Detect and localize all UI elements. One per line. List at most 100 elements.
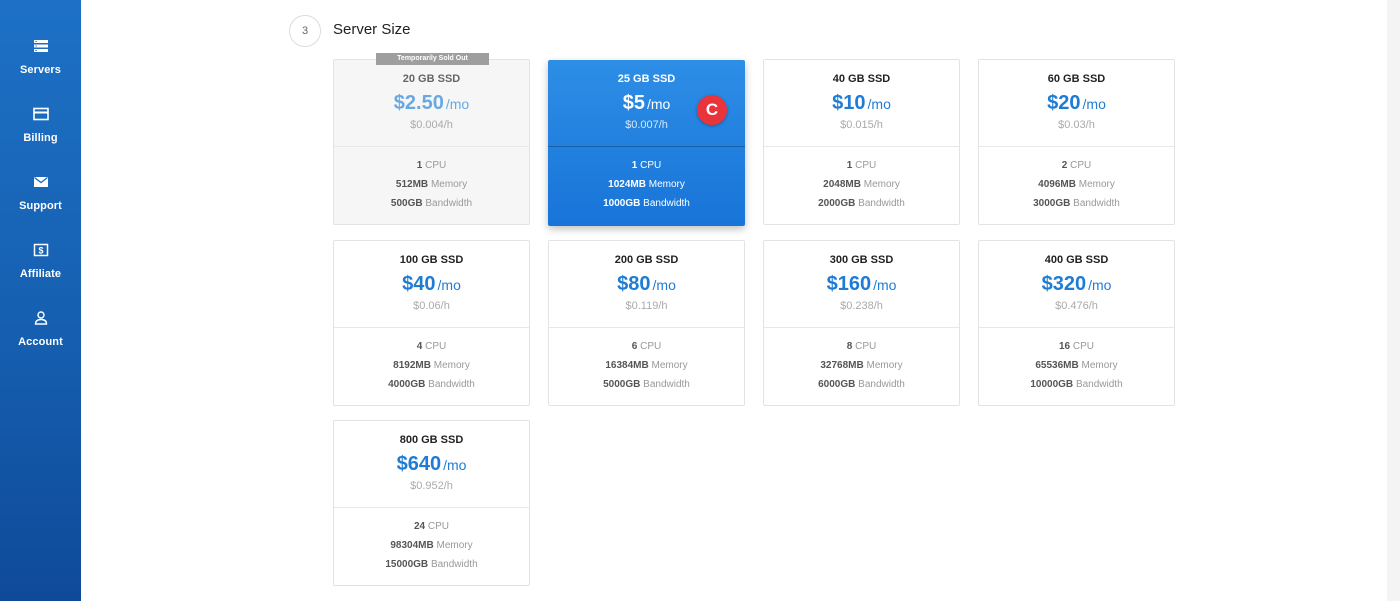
sidebar-item-support[interactable]: Support [0,174,81,238]
plan-specs: 4 CPU 8192MB Memory 4000GB Bandwidth [334,337,529,394]
plan-cpu-label: CPU [855,341,877,352]
plan-cpu-label: CPU [640,160,662,171]
sidebar-item-servers[interactable]: Servers [0,38,81,102]
plan-memory-value: 65536MB [1035,360,1079,371]
plan-price-period: /mo [437,277,461,293]
step-number: 3 [289,15,321,47]
plan-size: 800 GB SSD [399,434,464,446]
plan-size: 100 GB SSD [399,254,464,266]
plan-bandwidth-label: Bandwidth [858,379,905,390]
plan-bandwidth-label: Bandwidth [858,198,905,209]
plan-card-300gb[interactable]: 300 GB SSD $160/mo $0.238/h 8 CPU 32768M… [763,240,960,406]
plan-specs: 24 CPU 98304MB Memory 15000GB Bandwidth [334,517,529,574]
plan-card-40gb[interactable]: 40 GB SSD $10/mo $0.015/h 1 CPU 2048MB M… [763,59,960,225]
plan-bandwidth-value: 5000GB [603,379,641,390]
plan-cpu-label: CPU [1070,160,1092,171]
plan-bandwidth-value: 2000GB [818,198,856,209]
plan-bandwidth: 4000GB Bandwidth [334,375,529,394]
plan-price: $2.50/mo [334,92,529,115]
plan-bandwidth-label: Bandwidth [643,379,690,390]
plan-cpu-label: CPU [425,160,447,171]
plan-bandwidth: 3000GB Bandwidth [979,194,1174,213]
plan-cpu-value: 4 [416,341,423,352]
plan-cpu-value: 24 [413,521,426,532]
plan-bandwidth-value: 1000GB [603,198,641,209]
plan-hourly-price: $0.03/h [1058,119,1095,131]
sidebar-item-billing[interactable]: Billing [0,106,81,170]
plan-size: 40 GB SSD [832,73,891,85]
plan-memory: 65536MB Memory [979,356,1174,375]
plan-price: $80/mo [549,273,744,296]
plan-memory: 16384MB Memory [549,356,744,375]
plan-price-period: /mo [1082,96,1106,112]
plan-price: $10/mo [764,92,959,115]
plan-bandwidth-label: Bandwidth [425,198,473,209]
sidebar-item-label: Support [19,200,62,212]
plan-specs: 6 CPU 16384MB Memory 5000GB Bandwidth [549,337,744,394]
plan-cpu-value: 1 [846,160,853,171]
plan-card-800gb[interactable]: 800 GB SSD $640/mo $0.952/h 24 CPU 98304… [333,420,530,586]
plan-memory-label: Memory [648,179,685,190]
plan-memory: 32768MB Memory [764,356,959,375]
plan-bandwidth-label: Bandwidth [1075,379,1123,390]
plan-bandwidth-label: Bandwidth [430,559,478,570]
divider [548,146,745,147]
plan-memory: 1024MB Memory [548,175,745,194]
plan-card-400gb[interactable]: 400 GB SSD $320/mo $0.476/h 16 CPU 65536… [978,240,1175,406]
plan-bandwidth: 10000GB Bandwidth [979,375,1174,394]
plan-memory-value: 8192MB [393,360,431,371]
plan-card-60gb[interactable]: 60 GB SSD $20/mo $0.03/h 2 CPU 4096MB Me… [978,59,1175,225]
plan-cpu: 24 CPU [334,517,529,536]
plan-card-100gb[interactable]: 100 GB SSD $40/mo $0.06/h 4 CPU 8192MB M… [333,240,530,406]
plan-price: $320/mo [979,273,1174,296]
plan-card-20gb[interactable]: 20 GB SSD $2.50/mo $0.004/h 1 CPU 512MB … [333,59,530,225]
plan-size: 300 GB SSD [829,254,894,266]
plan-specs: 1 CPU 2048MB Memory 2000GB Bandwidth [764,156,959,213]
sidebar-item-account[interactable]: Account [0,310,81,374]
plan-cpu-label: CPU [640,341,662,352]
dollar-bill-icon: $ [33,243,48,257]
plan-cpu-value: 16 [1058,341,1071,352]
plan-cpu-label: CPU [855,160,877,171]
plan-cpu: 1 CPU [548,156,745,175]
plan-bandwidth-label: Bandwidth [1073,198,1120,209]
plan-hourly-price: $0.06/h [413,300,450,312]
plan-card-200gb[interactable]: 200 GB SSD $80/mo $0.119/h 6 CPU 16384MB… [548,240,745,406]
plan-bandwidth-value: 4000GB [388,379,426,390]
divider [334,146,529,147]
plan-price-period: /mo [1088,277,1112,293]
plan-cpu-value: 8 [846,341,853,352]
plan-price-value: $2.50 [393,92,444,114]
plan-bandwidth-value: 3000GB [1033,198,1071,209]
envelope-icon [33,176,48,187]
plan-price: $40/mo [334,273,529,296]
section-title: Server Size [333,21,411,38]
plan-memory-value: 4096MB [1038,179,1076,190]
svg-text:$: $ [38,246,43,256]
plan-hourly-price: $0.952/h [410,480,453,492]
click-marker: C [697,95,727,125]
plan-bandwidth-value: 15000GB [385,559,429,570]
plan-price-period: /mo [445,96,470,112]
divider [334,507,529,508]
plan-price-period: /mo [867,96,891,112]
plan-bandwidth-label: Bandwidth [428,379,475,390]
plan-cpu-label: CPU [425,341,447,352]
plan-card-25gb[interactable]: 25 GB SSD $5/mo $0.007/h 1 CPU 1024MB Me… [548,60,745,226]
plan-bandwidth: 15000GB Bandwidth [334,555,529,574]
plan-price-value: $80 [617,273,651,295]
plan-bandwidth: 6000GB Bandwidth [764,375,959,394]
plan-memory-label: Memory [1081,360,1118,371]
plan-memory-label: Memory [651,360,688,371]
plan-bandwidth-label: Bandwidth [643,198,690,209]
plan-price-value: $640 [396,453,442,475]
plan-bandwidth-value: 10000GB [1030,379,1074,390]
credit-card-icon [32,107,49,121]
plan-price-value: $5 [622,92,645,114]
plan-memory: 4096MB Memory [979,175,1174,194]
plan-cpu: 6 CPU [549,337,744,356]
plan-price: $20/mo [979,92,1174,115]
plan-hourly-price: $0.015/h [840,119,883,131]
sidebar-item-affiliate[interactable]: $ Affiliate [0,242,81,306]
divider [764,327,959,328]
